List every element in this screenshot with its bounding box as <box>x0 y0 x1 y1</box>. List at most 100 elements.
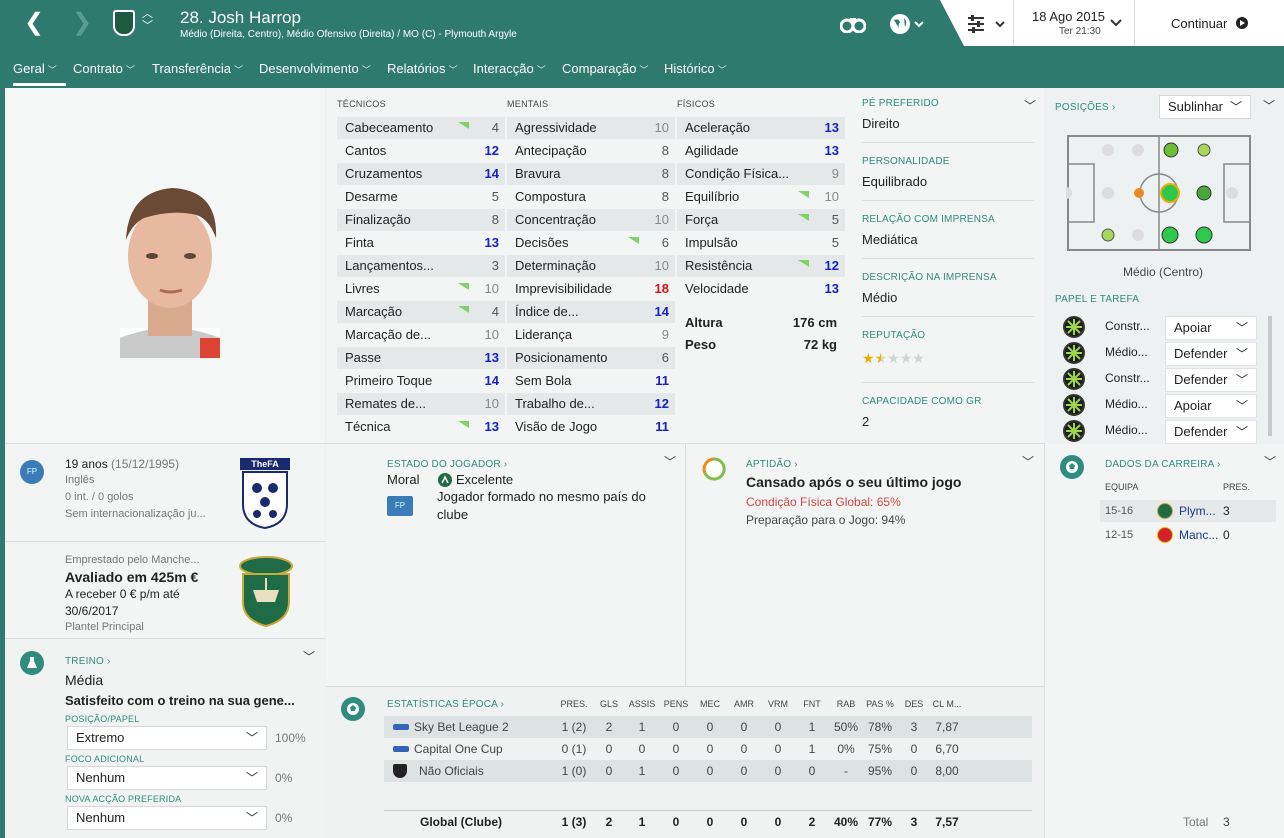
fitness-label[interactable]: APTIDÃO › <box>746 459 798 470</box>
forward-button[interactable]: ❯ <box>72 8 94 38</box>
positions-chevron-icon[interactable]: ﹀ <box>1263 97 1275 114</box>
career-apps: 0 <box>1223 528 1230 542</box>
game-date[interactable]: 18 Ago 2015 <box>1032 9 1105 24</box>
attribute-row[interactable]: Decisões 6 <box>507 232 675 254</box>
attribute-row[interactable]: Impulsão 5 <box>677 232 845 254</box>
role-suitability-icon <box>1063 368 1085 390</box>
fa-crest-icon[interactable]: TheFA <box>240 458 290 530</box>
attribute-row[interactable]: Remates de... 10 <box>337 393 505 415</box>
attribute-row[interactable]: Índice de... 14 <box>507 301 675 323</box>
attribute-row[interactable]: Antecipação 8 <box>507 140 675 162</box>
career-row[interactable]: 12-15 Manc... 0 <box>1100 524 1276 546</box>
career-label[interactable]: DADOS DA CARREIRA › <box>1105 459 1221 470</box>
attribute-row[interactable]: Visão de Jogo 11 <box>507 416 675 438</box>
status-chevron-icon[interactable]: ﹀ <box>664 453 676 470</box>
attribute-row[interactable]: Cantos 12 <box>337 140 505 162</box>
attribute-row[interactable]: Finalização 8 <box>337 209 505 231</box>
attribute-row[interactable]: Concentração 10 <box>507 209 675 231</box>
role-name[interactable]: Constr... <box>1105 319 1150 333</box>
season-stats-label[interactable]: ESTATÍSTICAS ÉPOCA › <box>387 699 504 710</box>
preferred-foot-value: Direito <box>862 116 900 131</box>
duty-select[interactable]: Defender ﹀ <box>1165 342 1257 366</box>
tab-comparacao[interactable]: Comparação ﹀ <box>562 58 648 86</box>
attribute-row[interactable]: Passe 13 <box>337 347 505 369</box>
attribute-row[interactable]: Determinação 10 <box>507 255 675 277</box>
role-name[interactable]: Médio... <box>1105 397 1148 411</box>
stat-row[interactable]: Não Oficiais 1 (0) 0 1 0 0 0 0 0-95% 0 8,00 <box>384 760 1032 782</box>
tab-transferencia[interactable]: Transferência ﹀ <box>152 58 243 86</box>
tab-interaccao[interactable]: Interacção ﹀ <box>473 58 546 86</box>
duty-select[interactable]: Defender ﹀ <box>1165 420 1257 444</box>
attribute-row[interactable]: Marcação 4 <box>337 301 505 323</box>
attribute-row[interactable]: Lançamentos... 3 <box>337 255 505 277</box>
roles-scrollbar[interactable] <box>1268 316 1272 436</box>
date-chevron-icon[interactable] <box>1110 16 1122 27</box>
role-name[interactable]: Médio... <box>1105 345 1148 359</box>
attribute-row[interactable]: Finta 13 <box>337 232 505 254</box>
positions-label[interactable]: POSIÇÕES › <box>1055 102 1115 113</box>
attribute-row[interactable]: Livres 10 <box>337 278 505 300</box>
tab-desenvolvimento[interactable]: Desenvolvimento ﹀ <box>259 58 371 86</box>
attribute-row[interactable]: Liderança 9 <box>507 324 675 346</box>
attribute-row[interactable]: Resistência 12 <box>677 255 845 277</box>
attribute-row[interactable]: Cruzamentos 14 <box>337 163 505 185</box>
stat-col-header[interactable]: PRES. <box>554 699 594 709</box>
attribute-row[interactable]: Técnica 13 <box>337 416 505 438</box>
settings-sliders-icon[interactable] <box>966 14 1012 34</box>
attribute-row[interactable]: Cabeceamento 4 <box>337 117 505 139</box>
attribute-row[interactable]: Imprevisibilidade 18 <box>507 278 675 300</box>
binoculars-icon[interactable] <box>839 15 867 34</box>
duty-select[interactable]: Apoiar ﹀ <box>1165 394 1257 418</box>
attribute-row[interactable]: Desarme 5 <box>337 186 505 208</box>
club-crest-icon[interactable] <box>113 10 135 36</box>
position-role-select[interactable]: Extremo ﹀ <box>67 726 267 750</box>
attribute-row[interactable]: Sem Bola 11 <box>507 370 675 392</box>
tab-contrato[interactable]: Contrato ﹀ <box>73 58 135 86</box>
attribute-row[interactable]: Condição Física... 9 <box>677 163 845 185</box>
tab-historico[interactable]: Histórico ﹀ <box>664 58 727 86</box>
training-chevron-icon[interactable]: ﹀ <box>303 648 315 665</box>
attribute-value: 4 <box>491 304 499 319</box>
career-panel: DADOS DA CARREIRA › ﹀ EQUIPA PRES. 15-16… <box>1045 444 1284 838</box>
attribute-row[interactable]: Primeiro Toque 14 <box>337 370 505 392</box>
tab-label: Interacção <box>473 61 534 76</box>
attribute-row[interactable]: Agressividade 10 <box>507 117 675 139</box>
role-name[interactable]: Constr... <box>1105 371 1150 385</box>
attribute-row[interactable]: Bravura 8 <box>507 163 675 185</box>
attribute-row[interactable]: Força 5 <box>677 209 845 231</box>
career-team[interactable]: Manc... <box>1179 528 1218 542</box>
duty-select[interactable]: Apoiar ﹀ <box>1165 316 1257 340</box>
attribute-row[interactable]: Compostura 8 <box>507 186 675 208</box>
tab-relatorios[interactable]: Relatórios ﹀ <box>387 58 458 86</box>
role-name[interactable]: Médio... <box>1105 423 1148 437</box>
globe-icon[interactable] <box>888 12 928 36</box>
fitness-chevron-icon[interactable]: ﹀ <box>1022 453 1034 470</box>
new-ppm-select[interactable]: Nenhum ﹀ <box>67 806 267 830</box>
attribute-row[interactable]: Agilidade 13 <box>677 140 845 162</box>
player-switch-arrows-icon[interactable]: ︿ ﹀ <box>142 8 153 32</box>
highlight-select[interactable]: Sublinhar ﹀ <box>1159 95 1251 119</box>
continue-button[interactable]: Continuar <box>1135 0 1284 46</box>
career-team[interactable]: Plym... <box>1179 504 1216 518</box>
stat-row[interactable]: Sky Bet League 21 (2) 2 1 0 0 0 0 1 50% 78% 3 7,87 <box>384 716 1032 738</box>
stat-total-row[interactable]: Global (Clube) 1 (3) 2 1 0 0 0 0 2 40% 77% 3 7,57 <box>384 810 1032 832</box>
back-button[interactable]: ❮ <box>24 8 46 38</box>
tab-geral[interactable]: Geral ﹀ <box>13 58 66 86</box>
stat-row[interactable]: Capital One Cup 0 (1) 0 0 0 0 0 0 1 0% 75% 0 6,70 <box>384 738 1032 760</box>
profile-chevron-icon[interactable]: ﹀ <box>1024 97 1036 114</box>
attribute-row[interactable]: Velocidade 13 <box>677 278 845 300</box>
attribute-row[interactable]: Trabalho de... 12 <box>507 393 675 415</box>
height-row: Altura 176 cm <box>677 312 845 334</box>
player-status-label[interactable]: ESTADO DO JOGADOR › <box>387 459 507 470</box>
stat-col-header[interactable]: CL M... <box>927 699 967 709</box>
plymouth-crest-icon[interactable] <box>237 554 295 628</box>
career-row[interactable]: 15-16 Plym... 3 <box>1100 500 1276 522</box>
training-label[interactable]: TREINO › <box>65 656 111 667</box>
attribute-row[interactable]: Aceleração 13 <box>677 117 845 139</box>
additional-focus-select[interactable]: Nenhum ﹀ <box>67 766 267 790</box>
career-chevron-icon[interactable]: ﹀ <box>1264 453 1276 470</box>
duty-select[interactable]: Defender ﹀ <box>1165 368 1257 392</box>
attribute-row[interactable]: Equilíbrio 10 <box>677 186 845 208</box>
attribute-row[interactable]: Posicionamento 6 <box>507 347 675 369</box>
attribute-row[interactable]: Marcação de... 10 <box>337 324 505 346</box>
